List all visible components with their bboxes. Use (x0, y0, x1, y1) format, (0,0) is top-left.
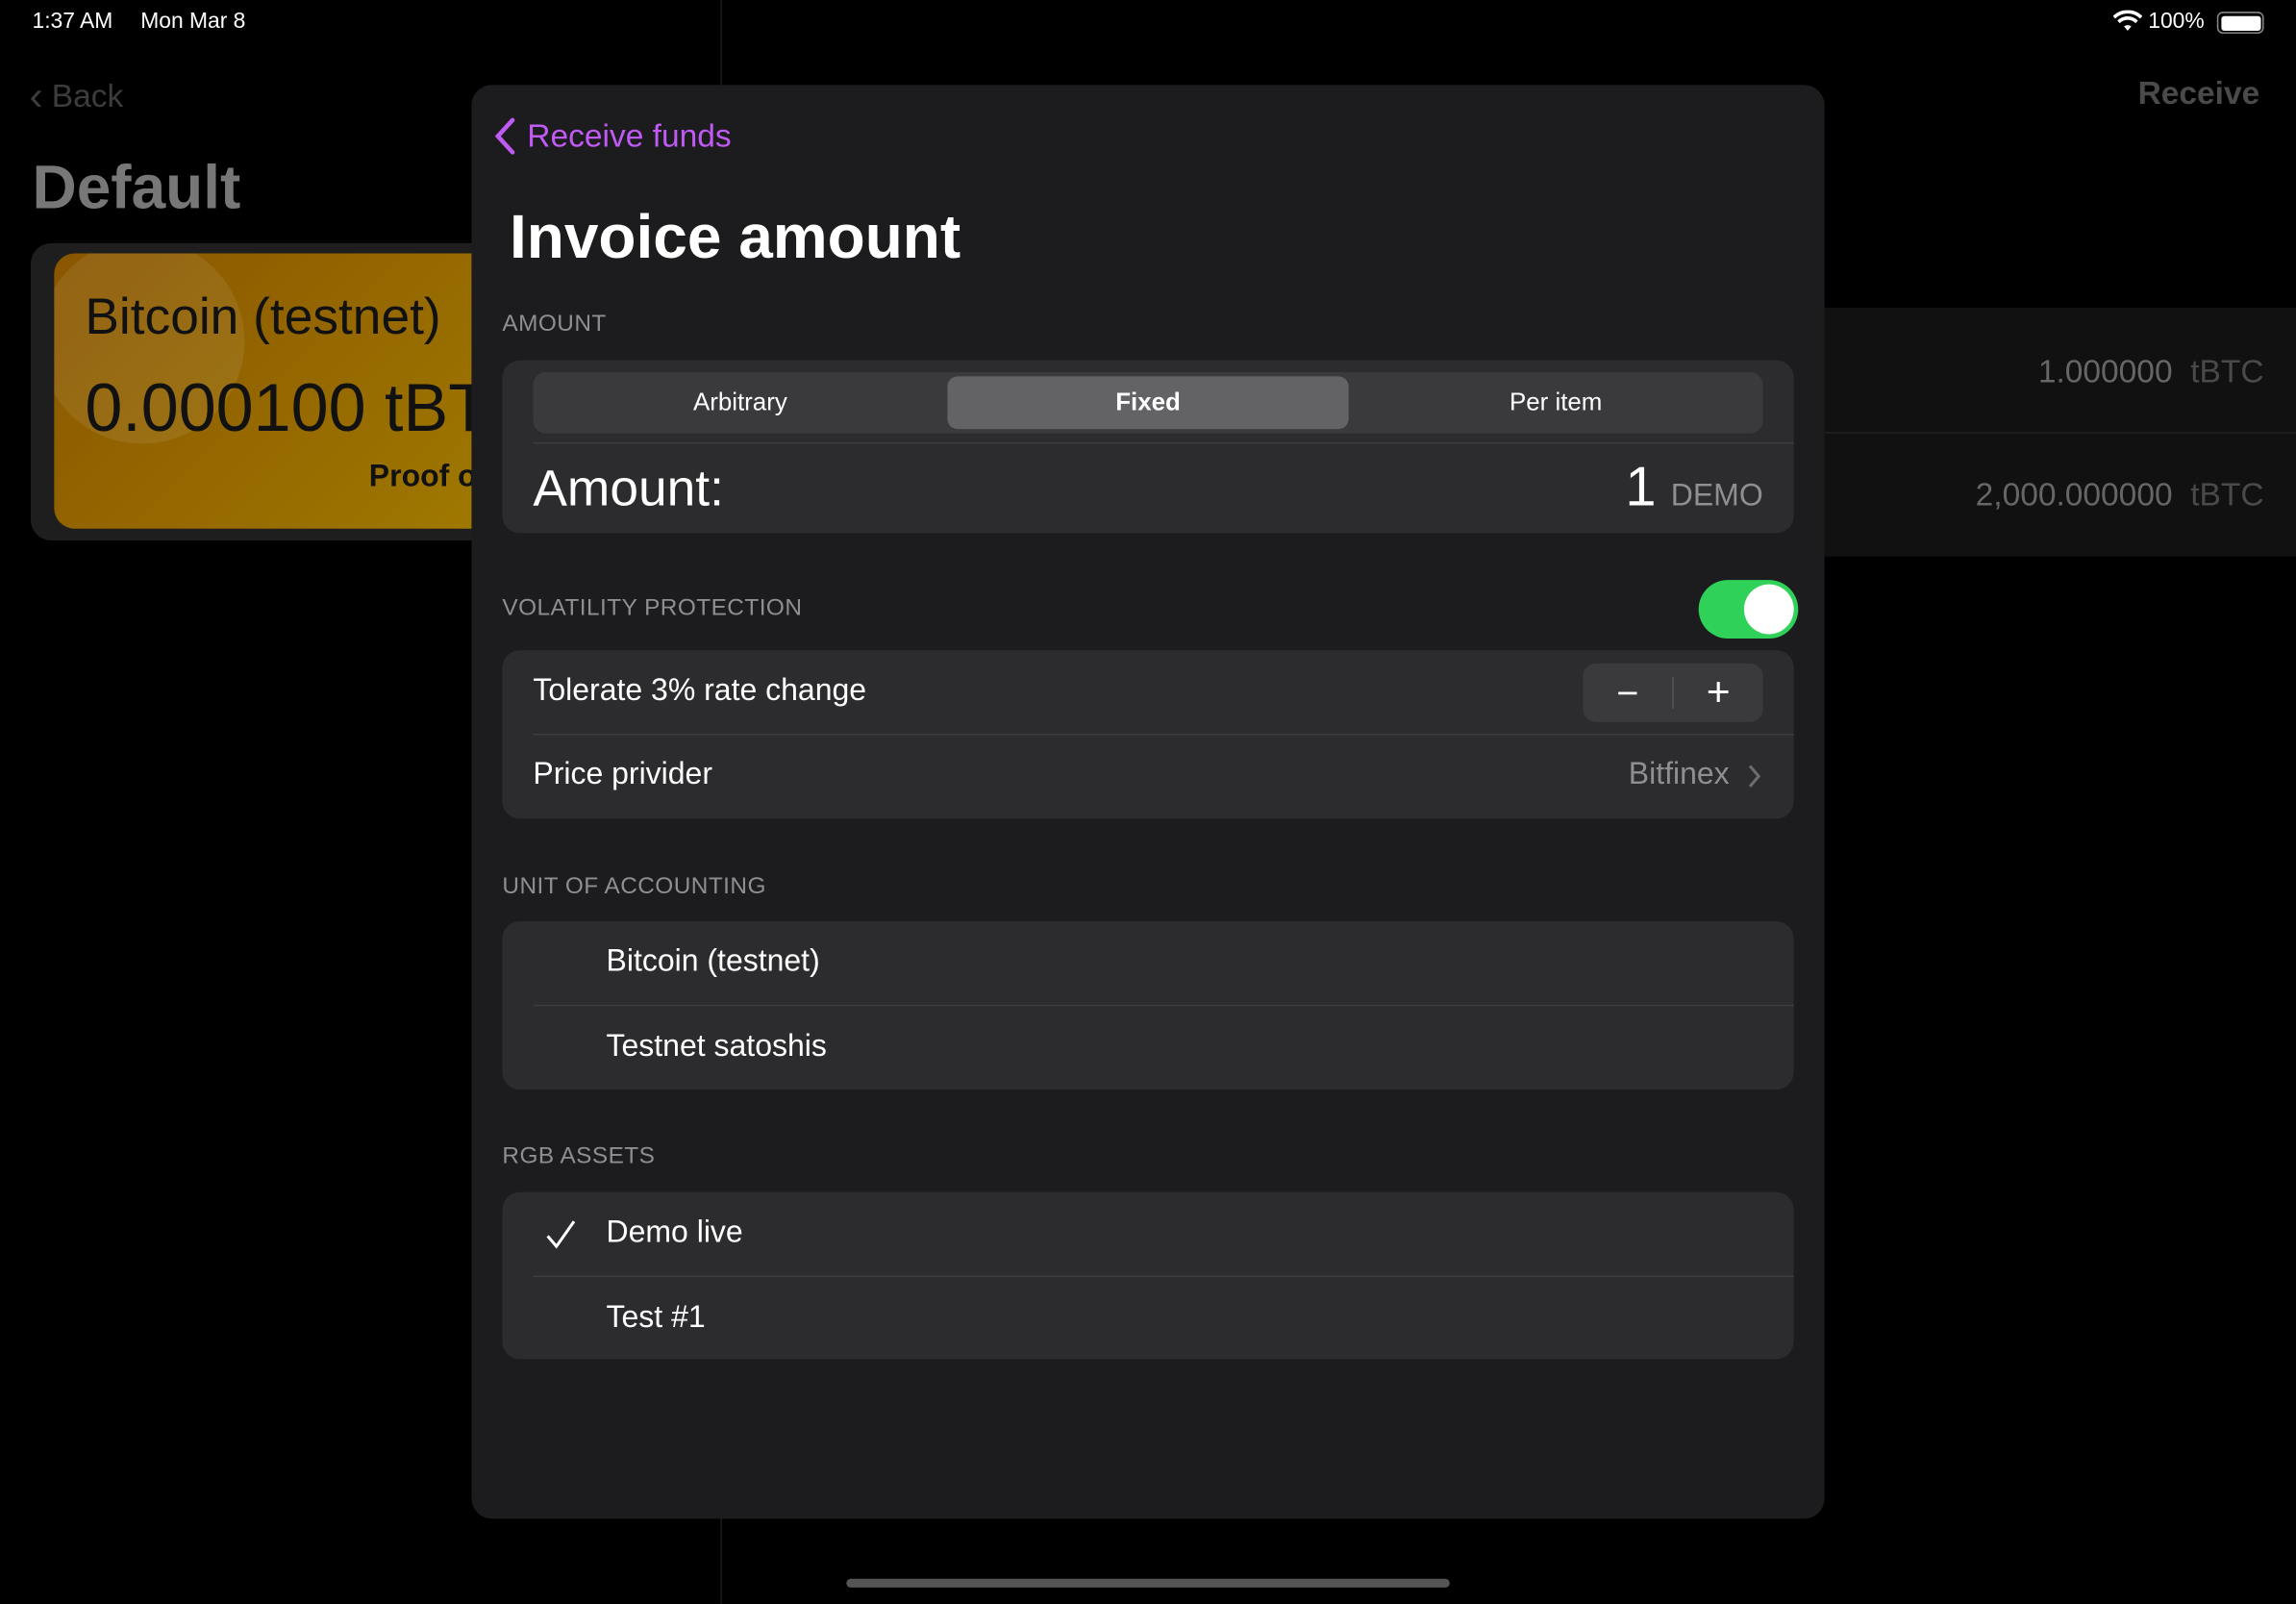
segment-fixed[interactable]: Fixed (947, 376, 1349, 430)
battery-icon (2216, 12, 2264, 35)
segment-per-item[interactable]: Per item (1349, 388, 1763, 417)
unit-group: Bitcoin (testnet) Testnet satoshis (502, 920, 1794, 1090)
stepper-plus-button[interactable]: + (1674, 669, 1763, 716)
back-button[interactable]: ‹ Back (29, 73, 123, 120)
amount-field[interactable]: 1 DEMO (1625, 457, 1762, 519)
price-provider-label: Price privider (533, 757, 713, 791)
unit-item-bitcoin-testnet[interactable]: Bitcoin (testnet) (607, 944, 820, 980)
receive-button[interactable]: Receive (2138, 75, 2260, 113)
wallet-card-container: Bitcoin (testnet) 0.000100 tBT Proof o (30, 242, 523, 540)
page-title: Default (32, 152, 241, 221)
card-balance: 0.000100 tBT (85, 368, 489, 445)
checkmark-icon (546, 1220, 576, 1249)
invoice-amount-sheet: Receive funds Invoice amount AMOUNT Arbi… (471, 85, 1825, 1519)
price-provider-row[interactable]: Price privider Bitfinex (502, 736, 1793, 819)
back-label: Receive funds (527, 116, 732, 154)
wifi-icon (2112, 10, 2143, 34)
rgb-header: RGB ASSETS (502, 1143, 656, 1169)
stepper-minus-button[interactable]: − (1583, 670, 1672, 715)
tolerance-label: Tolerate 3% rate change (533, 673, 867, 708)
price-provider-value: Bitfinex (1628, 757, 1730, 791)
volatility-group: Tolerate 3% rate change − + Price privid… (502, 650, 1794, 819)
segment-arbitrary[interactable]: Arbitrary (533, 388, 947, 417)
chevron-right-icon (1748, 764, 1761, 788)
unit-item-testnet-satoshis[interactable]: Testnet satoshis (607, 1030, 827, 1065)
amount-label: Amount: (533, 460, 724, 517)
battery-percent: 100% (2148, 9, 2205, 35)
chevron-left-icon: ‹ (29, 73, 43, 119)
rgb-group: Demo live Test #1 (502, 1191, 1794, 1360)
screen: 1:37 AM Mon Mar 8 100% ‹ Back Default Bi… (0, 0, 2296, 1604)
card-name: Bitcoin (testnet) (85, 288, 441, 346)
amount-group: Arbitrary Fixed Per item Amount: 1 DEMO (502, 360, 1794, 534)
list-item[interactable]: 2,000.000000 tBTC (1976, 476, 2264, 514)
card-footer: Proof o (368, 460, 477, 494)
chevron-left-icon (494, 117, 515, 155)
rgb-item-demo-live[interactable]: Demo live (607, 1216, 743, 1251)
rgb-item-test-1[interactable]: Test #1 (607, 1300, 706, 1336)
wallet-card[interactable]: Bitcoin (testnet) 0.000100 tBT Proof o (54, 253, 523, 529)
volatility-header: VOLATILITY PROTECTION (502, 595, 803, 621)
tolerance-stepper: − + (1583, 663, 1763, 722)
home-indicator[interactable] (846, 1578, 1450, 1588)
back-label: Back (51, 77, 124, 114)
status-date: Mon Mar 8 (140, 9, 246, 35)
list-item[interactable]: 1.000000 tBTC (2038, 353, 2264, 391)
amount-header: AMOUNT (502, 312, 607, 338)
amount-unit: DEMO (1670, 479, 1763, 514)
receive-funds-back-button[interactable]: Receive funds (494, 116, 732, 156)
amount-value[interactable]: 1 (1625, 457, 1656, 519)
volatility-toggle[interactable] (1698, 580, 1799, 639)
transaction-list: 1.000000 tBTC 2,000.000000 tBTC (1824, 307, 2296, 557)
amount-type-segmented-control: Arbitrary Fixed Per item (533, 371, 1763, 434)
status-time: 1:37 AM (32, 9, 113, 35)
sheet-title: Invoice amount (510, 202, 961, 271)
unit-header: UNIT OF ACCOUNTING (502, 874, 766, 900)
